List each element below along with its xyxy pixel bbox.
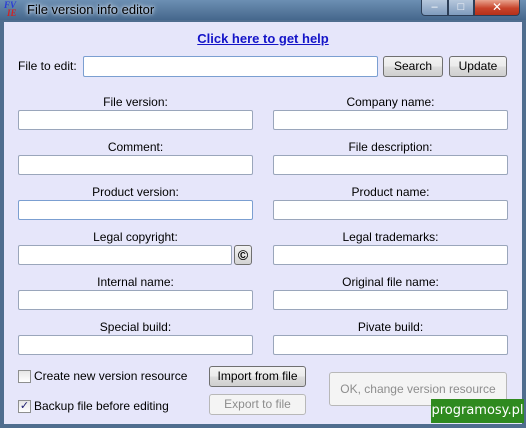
special-build-input[interactable] — [18, 335, 253, 355]
legal-trademarks-input[interactable] — [273, 245, 508, 265]
app-icon: FV IE — [4, 0, 17, 18]
file-version-label: File version: — [103, 95, 168, 109]
internal-name-label: Internal name: — [97, 275, 174, 289]
private-build-input[interactable] — [273, 335, 508, 355]
special-build-label: Special build: — [99, 320, 172, 334]
file-version-input[interactable] — [18, 110, 253, 130]
legal-trademarks-label: Legal trademarks: — [342, 230, 439, 244]
backup-label: Backup file before editing — [34, 399, 169, 413]
file-description-input[interactable] — [273, 155, 508, 175]
update-button[interactable]: Update — [449, 56, 507, 77]
file-path-input[interactable] — [83, 56, 378, 77]
export-to-file-button[interactable]: Export to file — [209, 394, 306, 415]
minimize-button[interactable]: – — [421, 0, 448, 16]
file-to-edit-label: File to edit: — [18, 59, 77, 73]
original-file-name-label: Original file name: — [342, 275, 439, 289]
window-title: File version info editor — [27, 2, 155, 17]
comment-label: Comment: — [107, 140, 164, 154]
create-new-checkbox[interactable] — [18, 370, 31, 383]
search-button[interactable]: Search — [383, 56, 443, 77]
editor-panel: Click here to get help File to edit: Sea… — [4, 22, 522, 424]
maximize-button[interactable]: □ — [448, 0, 474, 16]
file-description-label: File description: — [348, 140, 433, 154]
create-new-label: Create new version resource — [34, 369, 188, 383]
help-link[interactable]: Click here to get help — [4, 31, 522, 46]
import-from-file-button[interactable]: Import from file — [209, 366, 306, 387]
internal-name-input[interactable] — [18, 290, 253, 310]
legal-copyright-label: Legal copyright: — [93, 230, 178, 244]
company-name-label: Company name: — [346, 95, 435, 109]
close-button[interactable]: ✕ — [474, 0, 520, 16]
comment-input[interactable] — [18, 155, 253, 175]
product-version-input[interactable] — [18, 200, 253, 220]
app-window: FV IE File version info editor – □ ✕ Clic… — [0, 0, 526, 428]
product-name-input[interactable] — [273, 200, 508, 220]
private-build-label: Pivate build: — [357, 320, 424, 334]
insert-copyright-button[interactable]: © — [234, 245, 252, 265]
product-version-label: Product version: — [92, 185, 179, 199]
watermark-logo: programosy.pl — [431, 399, 524, 423]
title-bar[interactable]: FV IE File version info editor – □ ✕ — [0, 0, 526, 20]
legal-copyright-input[interactable] — [18, 245, 232, 265]
original-file-name-input[interactable] — [273, 290, 508, 310]
company-name-input[interactable] — [273, 110, 508, 130]
product-name-label: Product name: — [351, 185, 430, 199]
backup-checkbox[interactable]: ✓ — [18, 400, 31, 413]
